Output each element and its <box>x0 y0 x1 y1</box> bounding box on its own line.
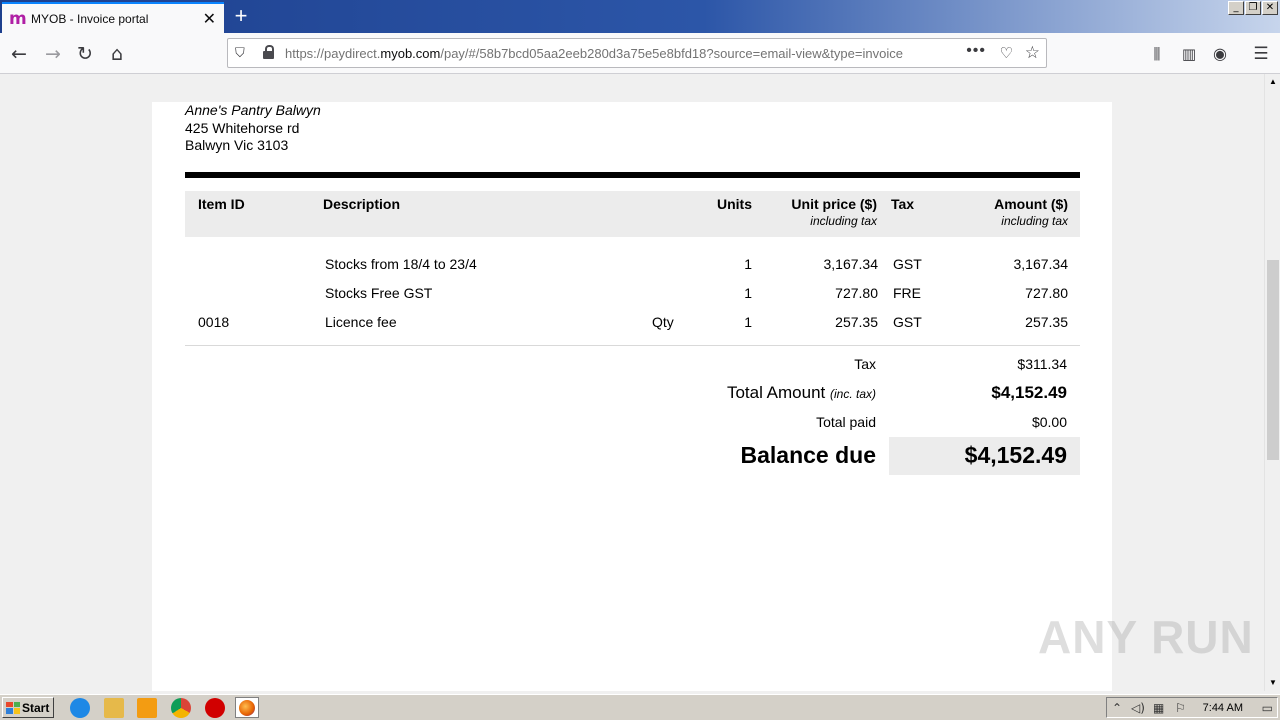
start-button[interactable]: Start <box>2 697 54 718</box>
taskbar: Start ⌃ ◁) ▦ ⚐ 7:44 AM ▭ <box>0 694 1280 720</box>
header-description: Description <box>323 196 401 212</box>
cell-amount: 3,167.34 <box>1013 256 1069 272</box>
cell-description: Licence fee <box>325 314 397 330</box>
tracking-shield-icon[interactable]: ⛉ <box>235 45 245 61</box>
total-amount-label: Total Amount (inc. tax) <box>727 383 876 403</box>
tax-value: $311.34 <box>1017 356 1067 372</box>
cell-units: 1 <box>744 285 752 301</box>
chrome-icon[interactable] <box>171 698 191 718</box>
cell-amount: 257.35 <box>1025 314 1068 330</box>
balance-due-value: $4,152.49 <box>964 442 1067 468</box>
url-prefix: https://paydirect. <box>285 46 381 61</box>
sidebar-icon[interactable]: ▥ <box>1177 42 1201 66</box>
total-amount-note: (inc. tax) <box>829 387 876 401</box>
scroll-thumb[interactable] <box>1267 260 1279 460</box>
total-amount-text: Total Amount <box>726 383 826 402</box>
account-icon[interactable]: ◉ <box>1208 42 1232 66</box>
cell-unit-price: 3,167.34 <box>823 256 879 272</box>
forward-icon[interactable]: → <box>41 42 65 66</box>
page-viewport: Anne's Pantry Balwyn 425 Whitehorse rd B… <box>0 74 1264 691</box>
library-icon[interactable]: ⫼ <box>1145 42 1169 66</box>
network-icon[interactable]: ▦ <box>1153 701 1164 715</box>
table-row: Stocks Free GST 1 727.80 FRE 727.80 <box>185 283 1080 305</box>
balance-due-label: Balance due <box>740 442 877 468</box>
volume-icon[interactable]: ◁) <box>1131 701 1145 715</box>
close-window-button[interactable]: ✕ <box>1262 1 1278 15</box>
header-item-id: Item ID <box>198 196 245 212</box>
cell-unit-price: 727.80 <box>835 285 878 301</box>
back-icon[interactable]: ← <box>7 42 31 66</box>
firefox-taskbar-button[interactable] <box>235 697 259 718</box>
cell-item-id: 0018 <box>198 314 230 330</box>
new-tab-icon[interactable]: + <box>230 4 252 28</box>
cell-tax: FRE <box>893 285 921 301</box>
total-paid-label: Total paid <box>816 414 876 430</box>
action-center-flag-icon[interactable]: ⚐ <box>1175 701 1186 715</box>
minimize-button[interactable]: _ <box>1228 1 1244 15</box>
header-unit-price-note: including tax <box>810 214 877 228</box>
cell-tax: GST <box>893 314 922 330</box>
header-amount-note: including tax <box>1001 214 1068 228</box>
firefox-icon <box>239 700 255 716</box>
table-header: Item ID Description Units Unit price ($)… <box>185 191 1080 237</box>
cell-unit-price: 257.35 <box>835 314 878 330</box>
internet-explorer-icon[interactable] <box>70 698 90 718</box>
home-icon[interactable]: ⌂ <box>105 42 129 66</box>
close-tab-icon[interactable]: ✕ <box>203 9 216 29</box>
url-domain: myob.com <box>380 46 441 61</box>
customer-name: Anne's Pantry Balwyn <box>185 102 321 118</box>
window-controls: _ ❐ ✕ <box>1228 1 1278 15</box>
navigation-bar: ← → ↻ ⌂ ⛉ https://paydirect.myob.com/pay… <box>0 33 1280 74</box>
total-paid-value: $0.00 <box>1031 414 1067 430</box>
tax-label: Tax <box>854 356 876 372</box>
show-desktop-icon[interactable]: ▭ <box>1262 701 1273 715</box>
invoice-document: Anne's Pantry Balwyn 425 Whitehorse rd B… <box>152 102 1112 691</box>
cell-description: Stocks Free GST <box>325 285 433 301</box>
cell-description: Stocks from 18/4 to 23/4 <box>325 256 477 272</box>
tab-title: MYOB - Invoice portal <box>31 11 149 26</box>
start-label: Start <box>22 700 50 715</box>
totals-divider <box>185 345 1080 346</box>
restore-button[interactable]: ❐ <box>1245 1 1261 15</box>
browser-tab-bar: m MYOB - Invoice portal ✕ + _ ❐ ✕ <box>0 0 1280 33</box>
pocket-icon[interactable]: ♡ <box>1000 44 1013 62</box>
customer-address: Anne's Pantry Balwyn 425 Whitehorse rd B… <box>185 102 321 155</box>
page-actions-icon[interactable]: ••• <box>966 42 986 60</box>
cell-unit-label: Qty <box>652 314 674 330</box>
header-amount: Amount ($) <box>994 196 1068 212</box>
vertical-scrollbar[interactable]: ▲ ▼ <box>1264 74 1280 691</box>
cell-units: 1 <box>744 314 752 330</box>
reload-icon[interactable]: ↻ <box>73 42 97 66</box>
address-line-1: 425 Whitehorse rd <box>185 119 300 136</box>
header-divider <box>185 172 1080 178</box>
windows-logo-icon <box>6 701 20 714</box>
url-text[interactable]: https://paydirect.myob.com/pay/#/58b7bcd… <box>285 46 903 61</box>
myob-logo-icon: m <box>9 8 27 29</box>
header-tax: Tax <box>891 196 915 212</box>
file-explorer-icon[interactable] <box>104 698 124 718</box>
url-bar[interactable]: ⛉ https://paydirect.myob.com/pay/#/58b7b… <box>227 38 1047 68</box>
menu-icon[interactable]: ☰ <box>1249 42 1273 66</box>
scroll-down-icon[interactable]: ▼ <box>1265 675 1280 691</box>
opera-icon[interactable] <box>205 698 225 718</box>
browser-tab[interactable]: m MYOB - Invoice portal ✕ <box>2 2 224 33</box>
table-row: Stocks from 18/4 to 23/4 1 3,167.34 GST 3,16… <box>185 254 1080 276</box>
system-tray: ⌃ ◁) ▦ ⚐ 7:44 AM ▭ <box>1106 697 1278 718</box>
clock: 7:44 AM <box>1202 702 1243 714</box>
header-unit-price: Unit price ($) <box>791 196 877 212</box>
scroll-up-icon[interactable]: ▲ <box>1265 74 1280 90</box>
watermark-logo: ANY RUN <box>1038 611 1254 663</box>
address-line-2: Balwyn Vic 3103 <box>185 137 289 153</box>
total-amount-value: $4,152.49 <box>991 383 1067 402</box>
table-row: 0018 Licence fee Qty 1 257.35 GST 257.35 <box>185 312 1080 334</box>
lock-icon[interactable] <box>263 45 274 60</box>
cell-units: 1 <box>744 256 752 272</box>
cell-tax: GST <box>893 256 922 272</box>
bookmark-star-icon[interactable]: ☆ <box>1025 43 1040 63</box>
cell-amount: 727.80 <box>1025 285 1068 301</box>
url-path: /pay/#/58b7bcd05aa2eeb280d3a75e5e8bfd18?… <box>440 46 903 61</box>
media-player-icon[interactable] <box>137 698 157 718</box>
header-units: Units <box>717 196 752 212</box>
show-hidden-icons-icon[interactable]: ⌃ <box>1112 701 1122 715</box>
